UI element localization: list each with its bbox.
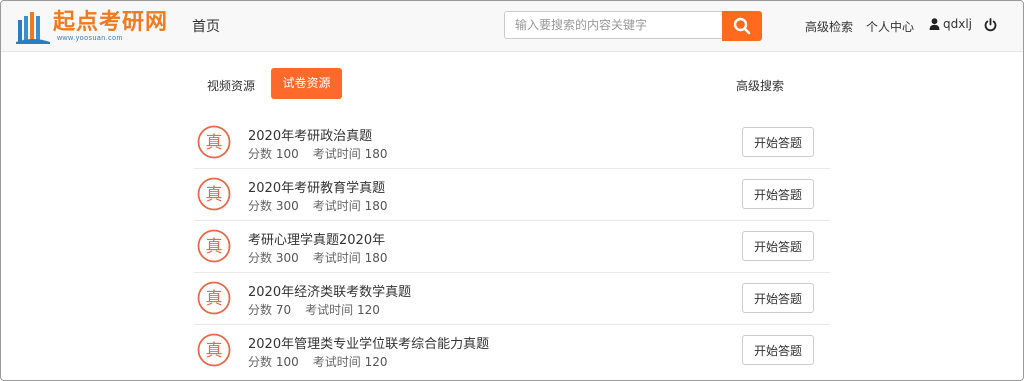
user-menu[interactable]: qdxlj — [929, 17, 972, 31]
advanced-search-link[interactable]: 高级检索 — [805, 18, 853, 35]
time-label: 考试时间 — [312, 251, 361, 265]
browser-viewport: 起点考研网 www.yoosuan.com 首页 高级检索 个人中心 qdxlj — [0, 0, 1024, 381]
exam-meta: 分数 300 考试时间 180 — [248, 249, 388, 266]
score-label: 分数 — [248, 355, 273, 369]
score-value: 100 — [275, 355, 299, 369]
score-label: 分数 — [248, 147, 273, 161]
exam-badge-icon: 真 — [197, 281, 231, 315]
search-input[interactable] — [504, 11, 722, 39]
exam-list-item: 真 2020年经济类联考数学真题分数 70 考试时间 120 开始答题 — [194, 272, 830, 325]
time-value: 120 — [364, 355, 388, 369]
exam-meta: 分数 100 考试时间 180 — [248, 145, 388, 162]
exam-badge-char: 真 — [206, 289, 223, 309]
start-exam-button[interactable]: 开始答题 — [742, 283, 814, 313]
exam-title[interactable]: 考研心理学真题2020年 — [248, 229, 385, 248]
exam-meta: 分数 300 考试时间 180 — [248, 197, 388, 214]
exam-badge-char: 真 — [206, 237, 223, 257]
exam-title[interactable]: 2020年考研政治真题 — [248, 125, 372, 144]
logout-button[interactable] — [984, 17, 997, 36]
score-value: 300 — [275, 251, 299, 265]
exam-badge-char: 真 — [206, 185, 223, 205]
search-button[interactable] — [722, 11, 762, 41]
time-value: 120 — [356, 303, 380, 317]
exam-badge-icon: 真 — [197, 125, 231, 159]
time-label: 考试时间 — [305, 303, 354, 317]
score-label: 分数 — [248, 303, 273, 317]
logo-books-icon — [16, 12, 50, 44]
score-label: 分数 — [248, 199, 273, 213]
time-value: 180 — [364, 251, 388, 265]
tab-video-resources[interactable]: 视频资源 — [207, 77, 255, 94]
time-label: 考试时间 — [312, 147, 361, 161]
exam-list-item: 真 2020年考研政治真题分数 100 考试时间 180 开始答题 — [194, 116, 830, 169]
start-exam-button[interactable]: 开始答题 — [742, 231, 814, 261]
exam-title[interactable]: 2020年经济类联考数学真题 — [248, 281, 411, 300]
site-logo[interactable]: 起点考研网 www.yoosuan.com — [15, 8, 175, 46]
exam-meta: 分数 70 考试时间 120 — [248, 301, 380, 318]
advanced-search-tab[interactable]: 高级搜索 — [736, 77, 784, 94]
time-value: 180 — [364, 199, 388, 213]
score-label: 分数 — [248, 251, 273, 265]
exam-badge-char: 真 — [206, 133, 223, 153]
exam-badge-icon: 真 — [197, 177, 231, 211]
time-label: 考试时间 — [312, 355, 361, 369]
exam-badge-icon: 真 — [197, 229, 231, 263]
exam-badge-icon: 真 — [197, 333, 231, 367]
score-value: 300 — [275, 199, 299, 213]
start-exam-button[interactable]: 开始答题 — [742, 335, 814, 365]
time-value: 180 — [364, 147, 388, 161]
user-center-link[interactable]: 个人中心 — [866, 18, 914, 35]
exam-list-item: 真 考研心理学真题2020年分数 300 考试时间 180 开始答题 — [194, 220, 830, 273]
search-box — [504, 11, 762, 41]
exam-list-item: 真 2020年管理类专业学位联考综合能力真题分数 100 考试时间 120 开始答题 — [194, 324, 830, 376]
exam-title[interactable]: 2020年考研教育学真题 — [248, 177, 385, 196]
exam-meta: 分数 100 考试时间 120 — [248, 353, 388, 370]
power-icon — [984, 18, 997, 32]
exam-list-item: 真 2020年考研教育学真题分数 300 考试时间 180 开始答题 — [194, 168, 830, 221]
username: qdxlj — [943, 17, 973, 31]
user-icon — [929, 18, 940, 30]
top-navbar: 起点考研网 www.yoosuan.com 首页 高级检索 个人中心 qdxlj — [1, 1, 1023, 52]
score-value: 100 — [275, 147, 299, 161]
nav-home-link[interactable]: 首页 — [192, 16, 220, 36]
start-exam-button[interactable]: 开始答题 — [742, 179, 814, 209]
logo-text: 起点考研网 — [53, 9, 169, 35]
exam-badge-char: 真 — [206, 341, 223, 361]
tab-exam-resources[interactable]: 试卷资源 — [271, 68, 342, 99]
search-icon — [733, 17, 751, 35]
start-exam-button[interactable]: 开始答题 — [742, 127, 814, 157]
logo-url: www.yoosuan.com — [57, 35, 123, 42]
score-value: 70 — [275, 303, 292, 317]
time-label: 考试时间 — [312, 199, 361, 213]
exam-title[interactable]: 2020年管理类专业学位联考综合能力真题 — [248, 333, 489, 352]
